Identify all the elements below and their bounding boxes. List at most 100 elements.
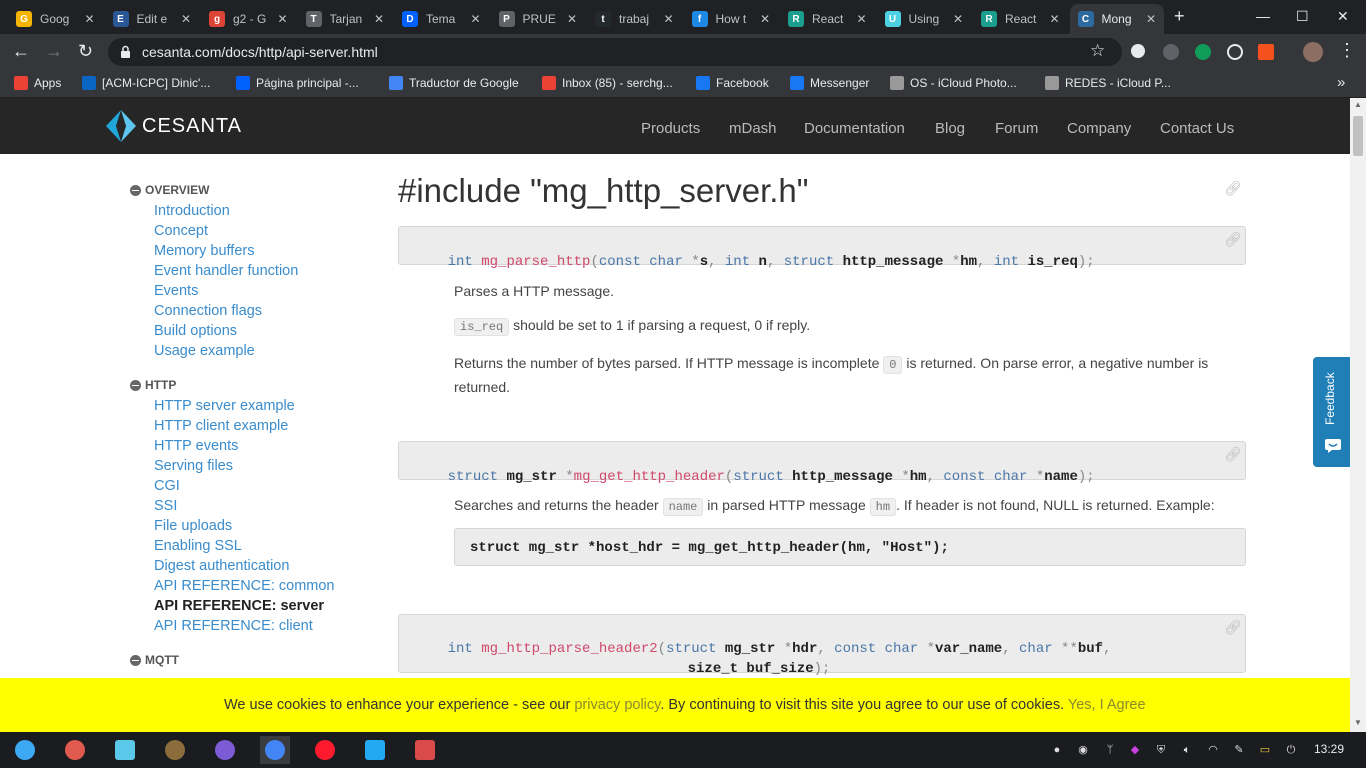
browser-tab[interactable]: T Tarjan ✕ [298, 4, 393, 34]
react-devtools-icon[interactable] [1227, 44, 1243, 60]
close-window-button[interactable]: ✕ [1337, 8, 1349, 25]
chat-tray-icon[interactable]: ● [1050, 743, 1064, 757]
nav-link[interactable]: mDash [729, 120, 777, 137]
browser-tab[interactable]: f How t ✕ [684, 4, 779, 34]
browser-tab[interactable]: D Tema ✕ [394, 4, 489, 34]
anchor-link-icon[interactable]: 🔗︎ [1224, 447, 1242, 464]
tab-close-icon[interactable]: ✕ [663, 12, 673, 26]
bookmark-item[interactable]: Facebook [696, 76, 769, 90]
accept-cookies-button[interactable]: Yes, I Agree [1068, 697, 1146, 713]
sidebar-item[interactable]: Event handler function [154, 263, 298, 279]
sidebar-item[interactable]: API REFERENCE: server [154, 598, 324, 614]
bookmark-item[interactable]: Traductor de Google [389, 76, 519, 90]
forward-icon[interactable]: → [45, 41, 63, 61]
menu-icon[interactable]: ⋮ [1338, 40, 1356, 60]
nav-link[interactable]: Blog [935, 120, 965, 137]
taskbar-app[interactable] [410, 736, 440, 764]
avatar[interactable] [1303, 42, 1323, 62]
sidebar-item[interactable]: HTTP client example [154, 418, 288, 434]
battery-icon[interactable]: ▭ [1258, 743, 1272, 757]
bookmark-item[interactable]: Inbox (85) - serchg... [542, 76, 673, 90]
anchor-link-icon[interactable]: 🔗︎ [1224, 180, 1242, 197]
wifi-icon[interactable]: ◠ [1206, 743, 1220, 757]
shield-icon[interactable]: ⛨ [1154, 743, 1168, 757]
privacy-policy-link[interactable]: privacy policy [574, 697, 660, 713]
new-tab-button[interactable]: + [1174, 6, 1185, 27]
taskbar-app[interactable] [260, 736, 290, 764]
tab-close-icon[interactable]: ✕ [1049, 12, 1059, 26]
tab-close-icon[interactable]: ✕ [374, 12, 384, 26]
power-icon[interactable]: ⏻ [1284, 743, 1298, 757]
nav-link[interactable]: Company [1067, 120, 1131, 137]
page-scrollbar[interactable]: ▲ ▼ [1350, 98, 1366, 732]
nav-link[interactable]: Contact Us [1160, 120, 1234, 137]
scroll-down-icon[interactable]: ▼ [1354, 718, 1362, 727]
feedback-tab[interactable]: Feedback [1313, 357, 1351, 467]
tab-close-icon[interactable]: ✕ [470, 12, 480, 26]
sidebar-item[interactable]: HTTP server example [154, 398, 295, 414]
extension-icon[interactable] [1195, 44, 1211, 60]
anchor-link-icon[interactable]: 🔗︎ [1224, 232, 1242, 249]
sidebar-item[interactable]: Serving files [154, 458, 233, 474]
cesanta-logo[interactable]: CESANTA [106, 110, 242, 142]
browser-tab[interactable]: E Edit e ✕ [105, 4, 200, 34]
sidebar-item[interactable]: HTTP events [154, 438, 238, 454]
tab-close-icon[interactable]: ✕ [84, 12, 94, 26]
sidebar-item[interactable]: Digest authentication [154, 558, 289, 574]
bookmark-star-icon[interactable]: ☆ [1090, 41, 1105, 61]
usb-icon[interactable]: ᛘ [1103, 743, 1117, 757]
sidebar-item[interactable]: SSI [154, 498, 177, 514]
sidebar-item[interactable]: CGI [154, 478, 180, 494]
bookmark-item[interactable]: Messenger [790, 76, 869, 90]
pen-icon[interactable]: ✎ [1232, 743, 1246, 757]
taskbar-app[interactable] [160, 736, 190, 764]
taskbar-app[interactable] [10, 736, 40, 764]
sidebar-item[interactable]: Introduction [154, 203, 230, 219]
taskbar-app[interactable] [360, 736, 390, 764]
sidebar-item[interactable]: API REFERENCE: client [154, 618, 313, 634]
minimize-button[interactable]: — [1256, 8, 1270, 24]
tab-close-icon[interactable]: ✕ [856, 12, 866, 26]
app-tray-icon[interactable]: ◆ [1128, 743, 1142, 757]
reload-icon[interactable]: ↻ [78, 41, 93, 61]
sidebar-item[interactable]: Memory buffers [154, 243, 254, 259]
tab-close-icon[interactable]: ✕ [953, 12, 963, 26]
sidebar-item[interactable]: File uploads [154, 518, 232, 534]
browser-tab[interactable]: G Goog ✕ [8, 4, 103, 34]
sidebar-item[interactable]: Concept [154, 223, 208, 239]
extension-icon[interactable] [1131, 44, 1145, 58]
sidebar-item[interactable]: Enabling SSL [154, 538, 242, 554]
sidebar-section-header[interactable]: MQTT [130, 653, 179, 667]
steam-tray-icon[interactable]: ◉ [1076, 743, 1090, 757]
tab-close-icon[interactable]: ✕ [181, 12, 191, 26]
bookmark-item[interactable]: [ACM-ICPC] Dinic'... [82, 76, 210, 90]
tab-close-icon[interactable]: ✕ [760, 12, 770, 26]
browser-tab[interactable]: R React ✕ [973, 4, 1068, 34]
browser-tab[interactable]: R React ✕ [780, 4, 875, 34]
sidebar-item[interactable]: API REFERENCE: common [154, 578, 335, 594]
bookmarks-overflow-icon[interactable]: » [1337, 74, 1345, 91]
browser-tab[interactable]: P PRUE ✕ [491, 4, 586, 34]
sidebar-item[interactable]: Usage example [154, 343, 255, 359]
nav-link[interactable]: Documentation [804, 120, 905, 137]
bookmark-item[interactable]: Página principal -... [236, 76, 359, 90]
taskbar-app[interactable] [310, 736, 340, 764]
taskbar-app[interactable] [110, 736, 140, 764]
back-icon[interactable]: ← [12, 41, 30, 61]
sidebar-section-header[interactable]: HTTP [130, 378, 176, 392]
sidebar-section-header[interactable]: OVERVIEW [130, 183, 209, 197]
nav-link[interactable]: Forum [995, 120, 1038, 137]
taskbar-app[interactable] [210, 736, 240, 764]
sidebar-item[interactable]: Events [154, 283, 198, 299]
tab-close-icon[interactable]: ✕ [567, 12, 577, 26]
bookmark-item[interactable]: Apps [14, 76, 61, 90]
browser-tab[interactable]: g g2 - G ✕ [201, 4, 296, 34]
bookmark-item[interactable]: REDES - iCloud P... [1045, 76, 1171, 90]
volume-icon[interactable]: 🔈︎ [1180, 743, 1194, 757]
address-bar[interactable]: cesanta.com/docs/http/api-server.html ☆ [108, 38, 1122, 66]
browser-tab[interactable]: U Using ✕ [877, 4, 972, 34]
scroll-up-icon[interactable]: ▲ [1354, 100, 1362, 109]
anchor-link-icon[interactable]: 🔗︎ [1224, 620, 1242, 637]
scrollbar-thumb[interactable] [1353, 116, 1363, 156]
extension-icon[interactable] [1163, 44, 1179, 60]
